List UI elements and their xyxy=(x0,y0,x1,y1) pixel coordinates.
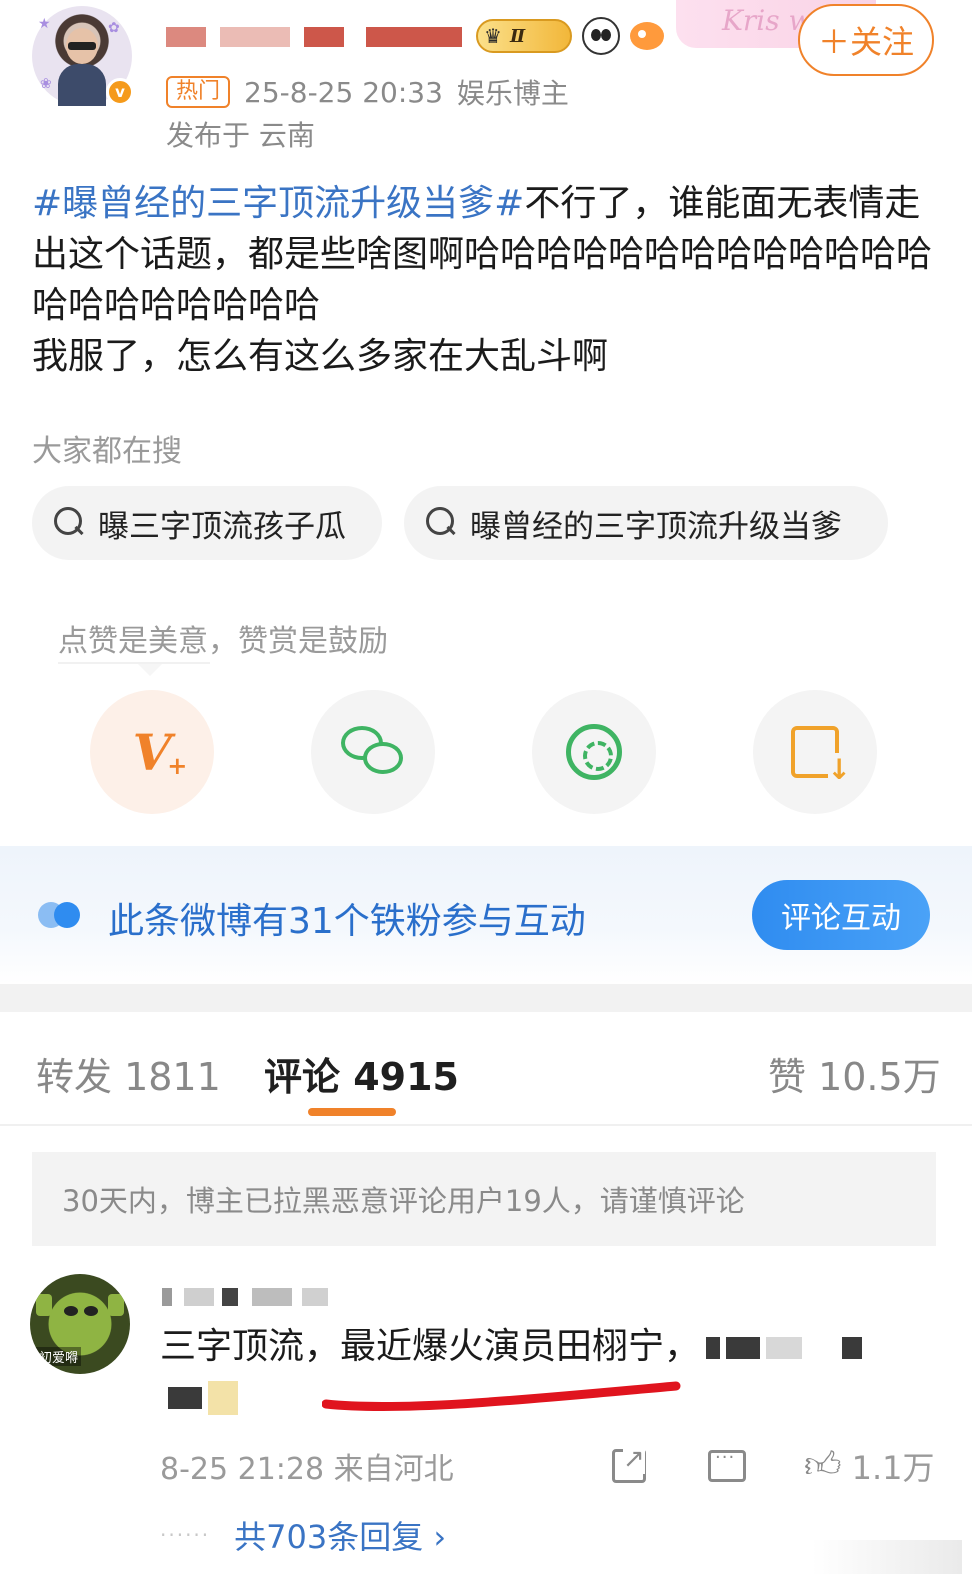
search-chip-2[interactable]: 曝曾经的三字顶流升级当爹 xyxy=(404,486,888,560)
comment-like-button[interactable]: 👍︎ 1.1万 xyxy=(804,1444,935,1488)
hot-tag: 热门 xyxy=(166,76,231,108)
commenter-avatar[interactable]: 初爱嘚 xyxy=(30,1274,130,1374)
search-chip-1[interactable]: 曝三字顶流孩子瓜 xyxy=(32,486,382,560)
post-timestamp: 25-8-25 20:33 xyxy=(244,75,443,109)
author-avatar[interactable]: ★ ✿ ❀ v xyxy=(32,6,136,110)
comment-reply-button[interactable] xyxy=(708,1444,746,1488)
comment-notice: 30天内，博主已拉黑恶意评论用户19人，请谨慎评论 xyxy=(32,1152,936,1246)
comment-time-location: 8-25 21:28 来自河北 xyxy=(160,1452,454,1487)
tab-repost[interactable]: 转发 1811 xyxy=(36,1046,221,1101)
trending-search-title: 大家都在搜 xyxy=(32,434,182,469)
author-role: 娱乐博主 xyxy=(456,77,569,110)
share-moments-button[interactable] xyxy=(532,690,656,814)
topic-link[interactable]: #曝曾经的三字顶流升级当爹# xyxy=(32,183,524,224)
comment-interact-button[interactable]: 评论互动 xyxy=(752,880,930,950)
fans-banner-text: 此条微博有31个铁粉参与互动 xyxy=(108,901,586,942)
red-underline-annotation xyxy=(322,1381,681,1412)
view-replies-link[interactable]: 共703条回复 › xyxy=(234,1512,446,1558)
verified-badge-icon: v xyxy=(106,78,134,106)
share-icon xyxy=(612,1444,646,1483)
tab-comment[interactable]: 评论 4915 xyxy=(264,1046,459,1101)
active-tab-indicator xyxy=(308,1108,396,1116)
search-icon xyxy=(426,507,458,539)
panda-badge-icon xyxy=(582,17,620,55)
author-name-redacted[interactable] xyxy=(166,19,466,53)
save-image-button[interactable] xyxy=(753,690,877,814)
search-icon xyxy=(54,507,86,539)
wechat-icon xyxy=(341,726,405,778)
post-text-line2: 我服了，怎么有这么多家在大乱斗啊 xyxy=(32,336,609,377)
comment-like-count: 1.1万 xyxy=(851,1449,935,1487)
follow-button[interactable]: ＋关注 xyxy=(798,4,934,76)
save-image-icon xyxy=(791,726,851,786)
post-content: #曝曾经的三字顶流升级当爹#不行了，谁能面无表情走出这个话题，都是些啥图啊哈哈哈… xyxy=(32,178,932,382)
reward-tip: 点赞是美意，赞赏是鼓励 xyxy=(58,624,388,659)
reward-v-plus-icon: V + xyxy=(132,722,188,782)
crown-icon: ♛ xyxy=(484,24,502,48)
thumbs-up-icon: 👍︎ xyxy=(804,1445,842,1486)
share-wechat-button[interactable] xyxy=(311,690,435,814)
fans-interaction-banner: 此条微博有31个铁粉参与互动 评论互动 xyxy=(0,846,972,984)
reward-button[interactable]: V + xyxy=(90,690,214,814)
fish-badge-icon xyxy=(630,22,664,50)
moments-icon xyxy=(566,724,622,780)
watermark xyxy=(812,1540,962,1574)
tab-like[interactable]: 赞 10.5万 xyxy=(768,1046,941,1101)
commenter-name-redacted[interactable] xyxy=(162,1280,342,1310)
comment-icon xyxy=(708,1447,746,1482)
fan-level-badge[interactable]: ♛ Ⅱ xyxy=(476,19,572,53)
comment-share-button[interactable] xyxy=(612,1444,646,1488)
fans-icon xyxy=(38,900,84,930)
post-location: 发布于 云南 xyxy=(166,119,315,152)
